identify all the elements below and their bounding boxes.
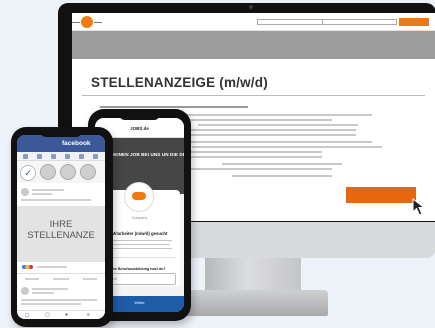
text-line <box>109 244 170 245</box>
text-line <box>172 168 332 170</box>
video-icon[interactable]: ▢ <box>45 312 50 318</box>
phone-notch <box>119 112 160 120</box>
home-icon[interactable]: ◻ <box>25 312 29 318</box>
site-logo-icon[interactable] <box>81 16 93 28</box>
text-line <box>172 114 372 116</box>
text-line <box>37 266 67 268</box>
story-avatar[interactable] <box>80 164 96 180</box>
divider <box>103 257 176 258</box>
notifications-icon[interactable] <box>65 154 70 159</box>
text-line <box>32 189 64 191</box>
story-avatar[interactable] <box>60 164 76 180</box>
text-line <box>107 240 172 241</box>
facebook-screen: facebook ✓ IHRE STELLENANZE ◻ ▢ ● ≡ <box>17 135 105 319</box>
share-action[interactable] <box>83 278 97 280</box>
text-line <box>21 199 91 201</box>
text-line <box>21 299 97 301</box>
question-label: Welche Berufsausbildung hast du? <box>104 267 166 271</box>
home-icon[interactable] <box>23 154 28 159</box>
friends-icon[interactable] <box>37 154 42 159</box>
monitor-camera <box>249 5 253 9</box>
logo-dash-left <box>72 22 80 23</box>
facebook-logo: facebook <box>62 140 91 147</box>
reactions-icon <box>22 265 33 269</box>
monitor-stand-neck <box>205 258 301 292</box>
poster-avatar <box>21 188 29 196</box>
poster-avatar <box>21 287 29 295</box>
logo-dash-right <box>94 22 102 23</box>
marketplace-icon[interactable] <box>79 154 84 159</box>
like-action[interactable] <box>25 278 39 280</box>
text-line <box>222 163 342 165</box>
text-line <box>172 151 322 153</box>
text-line <box>172 141 372 143</box>
bottom-nav <box>17 310 105 319</box>
mouse-cursor-icon <box>412 198 426 216</box>
company-logo-icon <box>132 192 146 200</box>
text-line <box>232 175 332 177</box>
text-line <box>32 292 54 294</box>
text-line <box>107 248 172 249</box>
text-line <box>178 129 356 131</box>
facebook-top-bar <box>17 135 105 152</box>
menu-icon[interactable]: ≡ <box>87 312 90 318</box>
apply-button[interactable] <box>346 187 416 203</box>
text-line <box>182 156 322 158</box>
monitor-stand-base <box>178 290 328 316</box>
facebook-nav-row <box>17 152 105 161</box>
text-line <box>21 303 81 305</box>
profile-icon[interactable]: ● <box>65 312 68 318</box>
text-line <box>172 119 332 121</box>
messages-icon[interactable] <box>51 154 56 159</box>
text-line <box>100 106 248 108</box>
search-divider <box>322 19 323 25</box>
text-line <box>32 288 68 290</box>
text-line <box>198 124 358 126</box>
site-search-button[interactable] <box>399 18 429 26</box>
comment-action[interactable] <box>53 278 69 280</box>
check-icon: ✓ <box>24 168 32 178</box>
hero-banner <box>72 31 435 59</box>
text-line <box>32 193 52 195</box>
menu-icon[interactable] <box>93 154 98 159</box>
title-divider <box>82 95 425 96</box>
phone-notch <box>40 129 82 137</box>
site-search-input[interactable] <box>257 19 397 25</box>
ad-headline: IHRE STELLENANZE <box>27 219 95 241</box>
text-line <box>176 134 356 136</box>
divider <box>17 273 105 274</box>
page-title: STELLENANZEIGE (m/w/d) <box>91 75 268 90</box>
text-line <box>192 146 382 148</box>
story-avatar[interactable] <box>40 164 56 180</box>
